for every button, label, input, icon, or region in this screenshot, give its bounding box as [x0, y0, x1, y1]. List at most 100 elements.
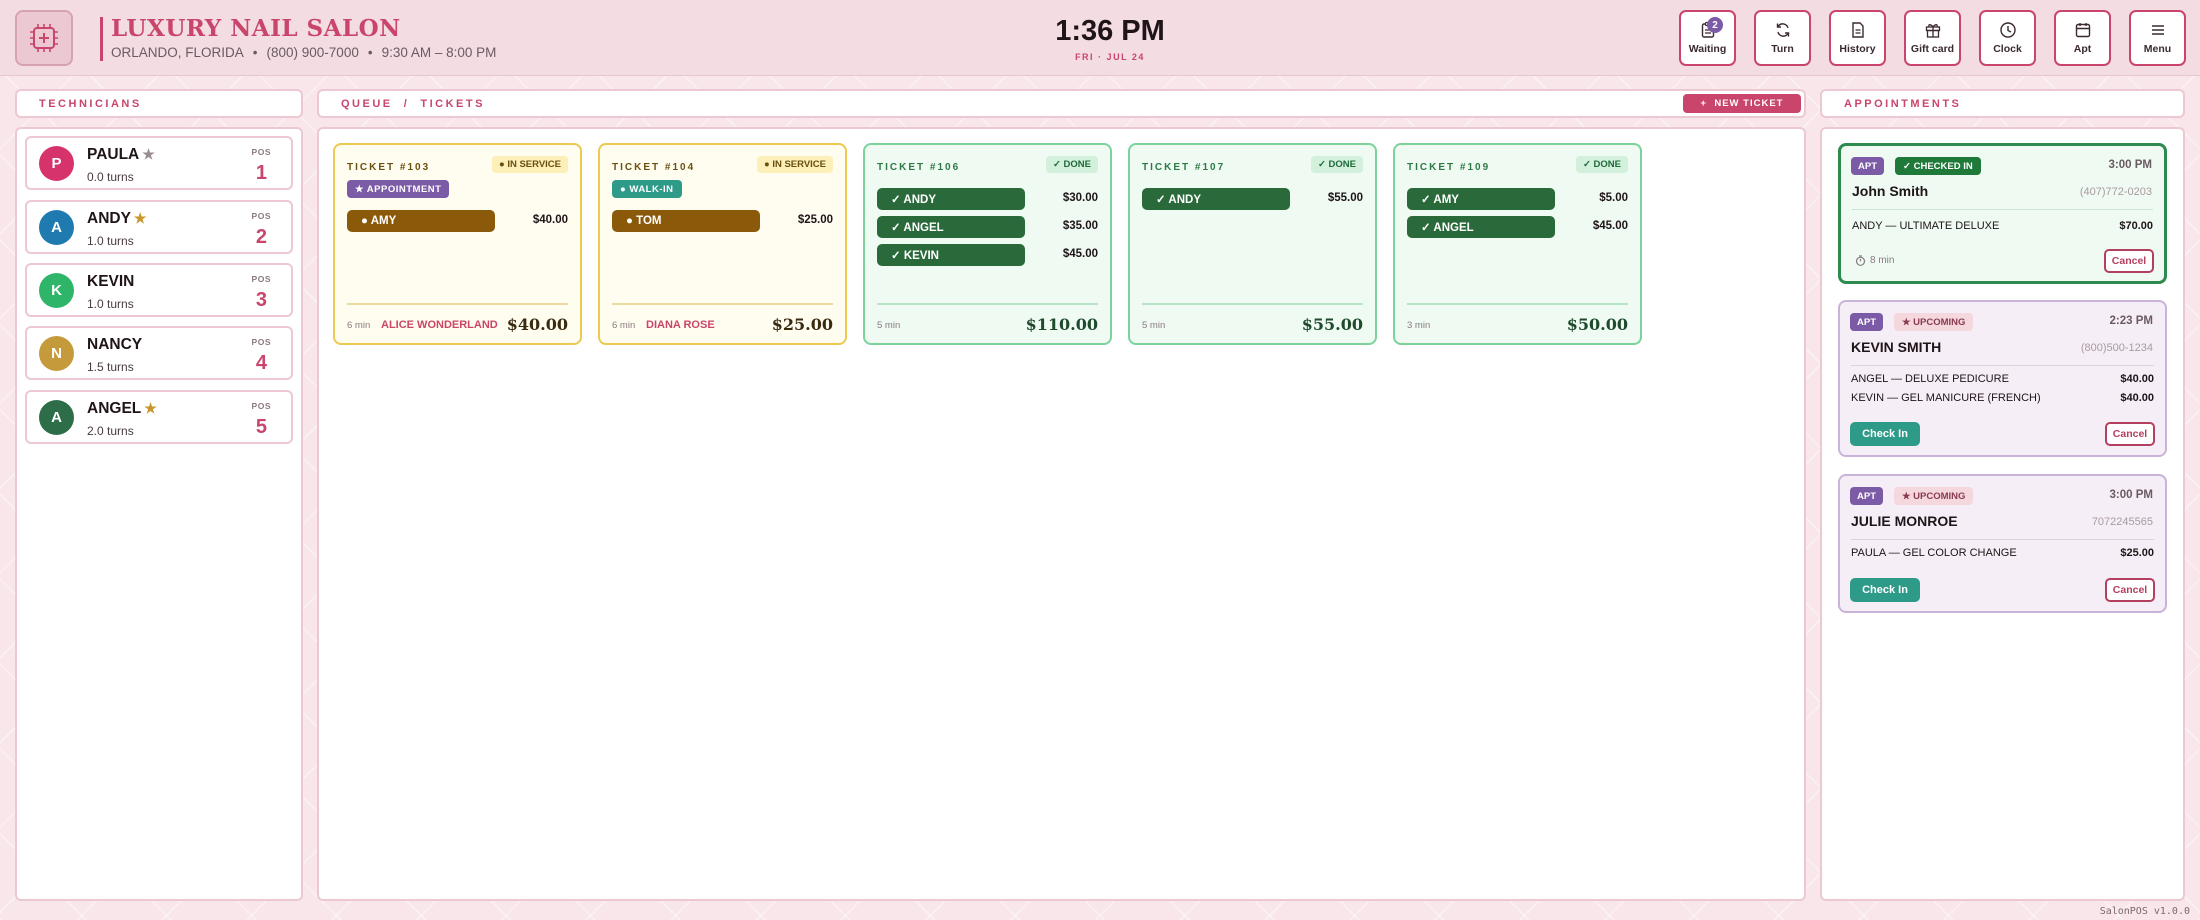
appointment-time: 3:00 PM: [2109, 489, 2153, 501]
apt-tag: APT: [1851, 157, 1884, 175]
gift-card-button[interactable]: Gift card: [1904, 10, 1961, 66]
divider: [1851, 365, 2154, 366]
customer-phone: 7072245565: [2091, 516, 2153, 528]
customer-name: DIANA ROSE: [646, 319, 715, 331]
menu-icon: [2151, 25, 2164, 35]
appointment-card-john-smith[interactable]: APT ✓ CHECKED IN 3:00 PM John Smith (407…: [1838, 143, 2167, 284]
appointment-time: 3:00 PM: [2108, 159, 2152, 171]
service-line[interactable]: ✓ ANDY $30.00: [877, 188, 1098, 210]
service-price: $30.00: [1062, 192, 1098, 204]
tech-pill: ✓ AMY: [1407, 188, 1555, 210]
pos-value: 5: [255, 416, 267, 438]
ticket-minutes: 6 min: [347, 320, 371, 331]
divider: [612, 303, 833, 305]
ticket-card-103[interactable]: TICKET #103 ● IN SERVICE ★ APPOINTMENT ●…: [333, 143, 582, 345]
service-line[interactable]: ✓ KEVIN $45.00: [877, 244, 1098, 266]
appointment-service-line: ANDY — ULTIMATE DELUXE $70.00: [1852, 220, 2153, 236]
tech-pill: ● AMY: [347, 210, 495, 232]
appointments-header: APPOINTMENTS: [1820, 89, 2185, 118]
waiting-button[interactable]: 2 Waiting: [1679, 10, 1736, 66]
divider: [1851, 539, 2154, 540]
tech-pill: ✓ ANDY: [877, 188, 1025, 210]
history-button[interactable]: History: [1829, 10, 1886, 66]
appointment-service-line: PAULA — GEL COLOR CHANGE $25.00: [1851, 547, 2154, 563]
ticket-minutes: 3 min: [1407, 320, 1431, 331]
service-line[interactable]: ✓ ANGEL $45.00: [1407, 216, 1628, 238]
avatar: A: [39, 210, 74, 245]
technician-card-andy[interactable]: A ANDY ★ 1.0 turns POS 2: [25, 200, 293, 254]
turn-button[interactable]: Turn: [1754, 10, 1811, 66]
appointment-card-kevin-smith[interactable]: APT ★ UPCOMING 2:23 PM KEVIN SMITH (800)…: [1838, 300, 2167, 457]
calendar-icon: [2075, 23, 2090, 38]
pos-value: 3: [255, 289, 267, 311]
ticket-minutes: 5 min: [1142, 320, 1166, 331]
salon-phone: (800) 900-7000: [266, 45, 359, 60]
check-in-button[interactable]: Check In: [1850, 578, 1920, 602]
status-badge: ✓ DONE: [1575, 156, 1628, 173]
divider: [1852, 209, 2153, 210]
customer-name: ALICE WONDERLAND: [381, 319, 498, 331]
service-amount: $40.00: [2120, 392, 2154, 404]
service-line[interactable]: ● AMY $40.00: [347, 210, 568, 232]
ticket-total: $55.00: [1301, 315, 1363, 334]
status-badge: ● IN SERVICE: [491, 156, 568, 173]
ticket-number: TICKET #107: [1142, 162, 1226, 173]
service-line[interactable]: ✓ AMY $5.00: [1407, 188, 1628, 210]
ticket-total: $40.00: [506, 315, 568, 334]
service-price: $5.00: [1599, 192, 1628, 204]
chip-logo-icon: [30, 24, 58, 52]
technician-card-kevin[interactable]: K KEVIN 1.0 turns POS 3: [25, 263, 293, 317]
pos-value: 1: [255, 162, 267, 184]
star-icon: ★: [133, 210, 147, 226]
clock-button[interactable]: Clock: [1979, 10, 2036, 66]
gift-icon: [1925, 24, 1940, 38]
service-line[interactable]: ✓ ANDY $55.00: [1142, 188, 1363, 210]
technician-turns: 1.0 turns: [87, 234, 134, 248]
cancel-button[interactable]: Cancel: [2105, 422, 2155, 446]
star-icon: ★: [142, 146, 155, 162]
technician-card-paula[interactable]: P PAULA ★ 0.0 turns POS 1: [25, 136, 293, 190]
cancel-button[interactable]: Cancel: [2105, 578, 2155, 602]
ticket-number: TICKET #109: [1407, 162, 1491, 173]
ticket-total: $25.00: [771, 315, 833, 334]
appointment-card-julie-monroe[interactable]: APT ★ UPCOMING 3:00 PM JULIE MONROE 7072…: [1838, 474, 2167, 613]
new-ticket-button[interactable]: + NEW TICKET: [1683, 94, 1801, 113]
ticket-card-106[interactable]: TICKET #106 ✓ DONE ✓ ANDY $30.00 ✓ ANGEL…: [863, 143, 1112, 345]
pos-label: POS: [251, 401, 271, 411]
status-badge: ● IN SERVICE: [756, 156, 833, 173]
apt-button[interactable]: Apt: [2054, 10, 2111, 66]
cancel-button[interactable]: Cancel: [2104, 249, 2154, 273]
ticket-type-badge: ● WALK-IN: [612, 180, 682, 198]
menu-label: Menu: [2143, 43, 2172, 55]
customer-name: JULIE MONROE: [1851, 513, 1958, 529]
ticket-card-107[interactable]: TICKET #107 ✓ DONE ✓ ANDY $55.00 5 min $…: [1128, 143, 1377, 345]
ticket-card-104[interactable]: TICKET #104 ● IN SERVICE ● WALK-IN ● TOM…: [598, 143, 847, 345]
clock-label: Clock: [1993, 43, 2022, 55]
technician-card-nancy[interactable]: N NANCY 1.5 turns POS 4: [25, 326, 293, 380]
ticket-total: $50.00: [1566, 315, 1628, 334]
service-price: $35.00: [1062, 220, 1098, 232]
tech-pill: ● TOM: [612, 210, 760, 232]
technician-card-angel[interactable]: A ANGEL ★ 2.0 turns POS 5: [25, 390, 293, 444]
technician-turns: 1.5 turns: [87, 360, 134, 374]
check-in-button[interactable]: Check In: [1850, 422, 1920, 446]
menu-button[interactable]: Menu: [2129, 10, 2186, 66]
pos-value: 4: [255, 352, 267, 374]
customer-phone: (407)772-0203: [2079, 186, 2152, 198]
timer-icon: [1855, 255, 1866, 266]
ticket-minutes: 6 min: [612, 320, 636, 331]
queue-title: QUEUE / TICKETS: [341, 97, 485, 110]
customer-phone: (800)500-1234: [2080, 342, 2153, 354]
status-badge: ✓ CHECKED IN: [1895, 157, 1981, 175]
waiting-label: Waiting: [1688, 43, 1727, 55]
salon-info: ORLANDO, FLORIDA • (800) 900-7000 • 9:30 AM …: [111, 45, 497, 60]
technician-name: NANCY: [87, 336, 143, 353]
ticket-card-109[interactable]: TICKET #109 ✓ DONE ✓ AMY $5.00 ✓ ANGEL $…: [1393, 143, 1642, 345]
ticket-type-badge: ★ APPOINTMENT: [347, 180, 450, 198]
customer-name: John Smith: [1852, 183, 1929, 199]
salon-hours: 9:30 AM – 8:00 PM: [381, 45, 497, 60]
history-label: History: [1839, 43, 1876, 55]
service-line[interactable]: ● TOM $25.00: [612, 210, 833, 232]
service-price: $40.00: [532, 214, 568, 226]
service-line[interactable]: ✓ ANGEL $35.00: [877, 216, 1098, 238]
